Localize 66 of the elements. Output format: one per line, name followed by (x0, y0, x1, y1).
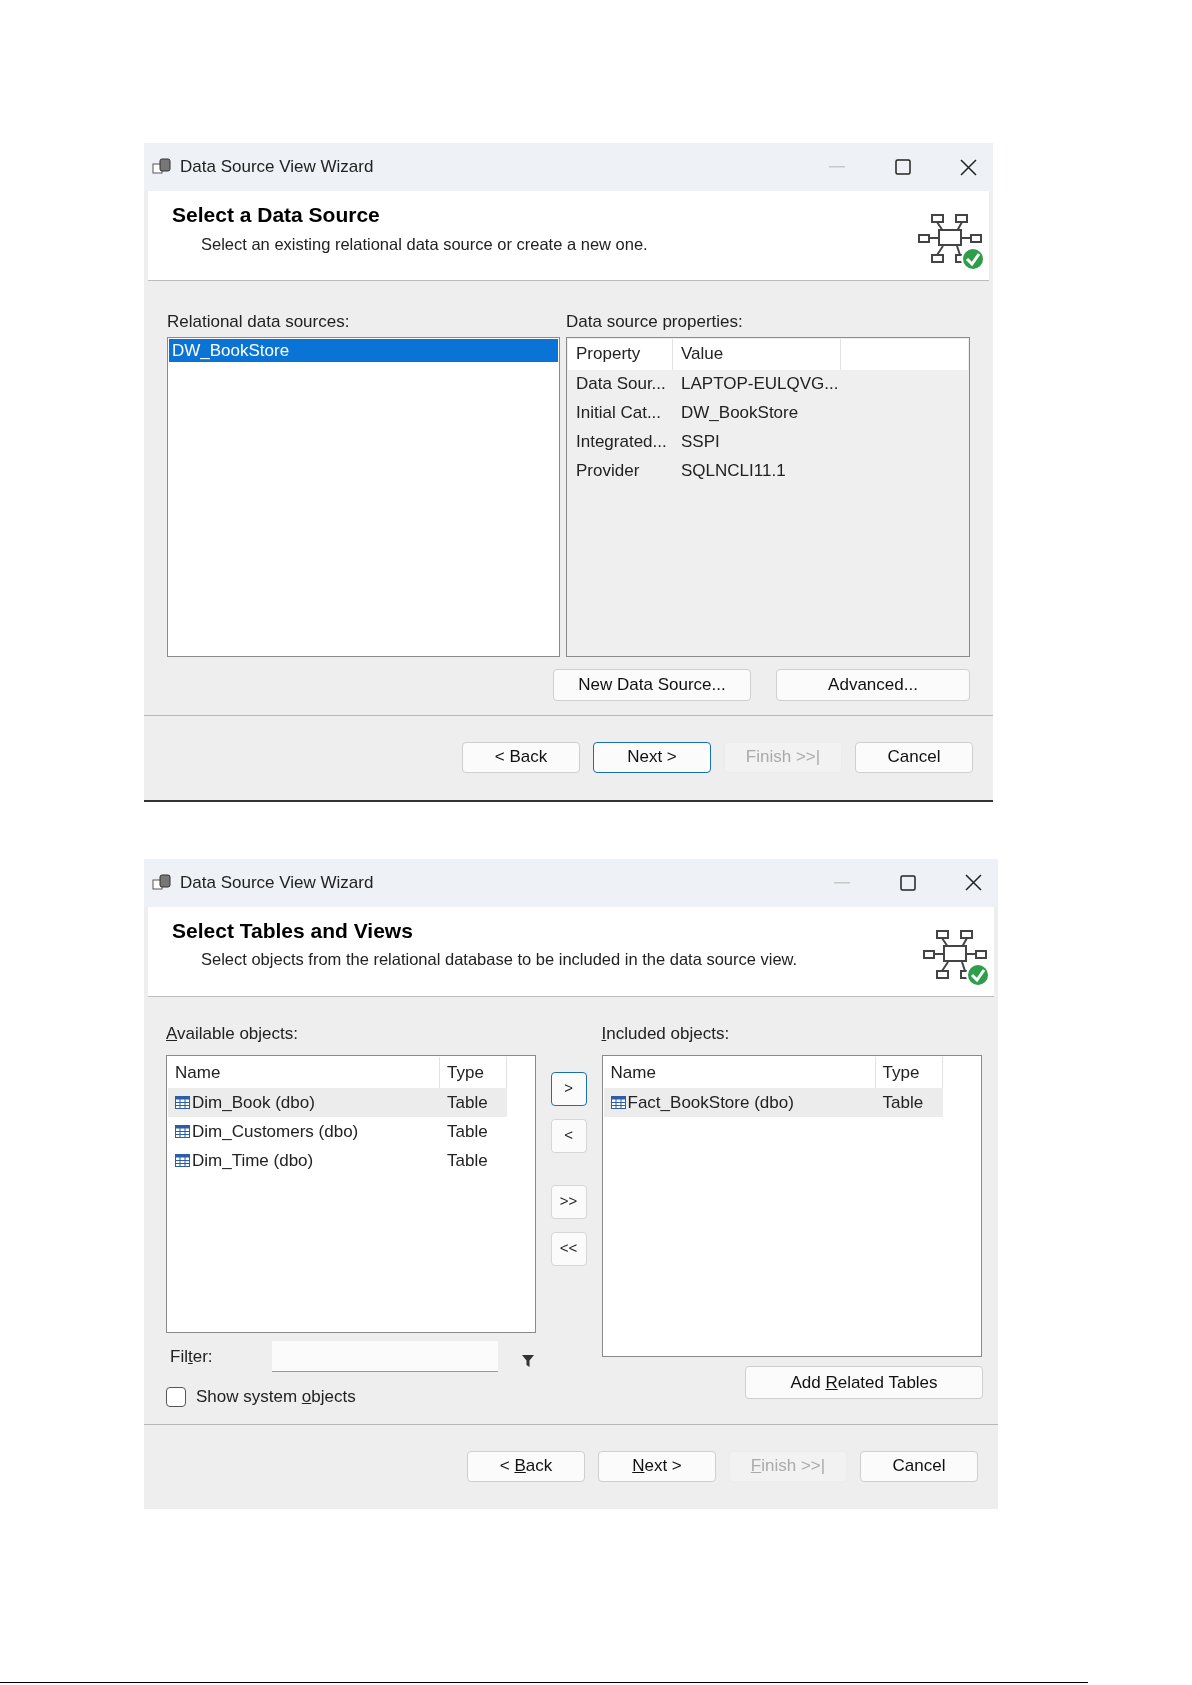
wizard-button[interactable]: < Back (467, 1450, 585, 1482)
checkbox[interactable] (166, 1386, 186, 1407)
table-cell-text: LAPTOP-EULQVG... (680, 373, 840, 396)
list-row[interactable]: Dim_Customers (dbo) Table (168, 1117, 507, 1146)
field-label: Available objects: (166, 1022, 299, 1045)
database-icon (152, 158, 172, 176)
table-icon (175, 1125, 190, 1138)
field-label: Filter: (169, 1345, 214, 1368)
table-type: Table (446, 1149, 489, 1172)
database-icon (152, 873, 172, 892)
table-cell-text: Provider (575, 460, 641, 483)
table-name: Dim_Customers (dbo) (192, 1120, 359, 1143)
table-cell-text: Initial Cat... (575, 402, 663, 425)
table-cell-text: SQLNCLI11.1 (680, 460, 787, 483)
table-type: Table (881, 1091, 925, 1114)
field-label: Data source properties: (566, 311, 744, 333)
side-button[interactable]: Advanced... (776, 668, 970, 701)
filter-field[interactable] (272, 1341, 498, 1372)
wizard-button[interactable]: Next > (593, 741, 711, 773)
move-button[interactable]: >> (550, 1184, 587, 1219)
objects-list[interactable]: Name Type Fact_BookStore (dbo) Table (601, 1055, 982, 1357)
column-header: Value (673, 338, 841, 370)
table-type: Table (446, 1120, 489, 1143)
network-check-icon (922, 928, 990, 987)
move-button[interactable]: < (550, 1118, 587, 1153)
table-name: Dim_Book (dbo) (192, 1091, 315, 1114)
page-subtitle: Select an existing relational data source or create a new one. (201, 233, 649, 255)
page-title: Select Tables and Views (172, 917, 414, 944)
table-name: Fact_BookStore (dbo) (627, 1091, 794, 1114)
field-label: Included objects: (601, 1022, 731, 1045)
list-item[interactable]: DW_BookStore (169, 338, 558, 362)
list-row[interactable]: Dim_Time (dbo) Table (168, 1146, 507, 1175)
table-type: Table (446, 1091, 489, 1114)
list-row[interactable]: Fact_BookStore (dbo) Table (603, 1088, 943, 1117)
wizard-button[interactable]: Cancel (860, 1450, 978, 1482)
maximize-icon[interactable] (895, 159, 911, 175)
move-button[interactable]: > (550, 1071, 587, 1106)
page-subtitle: Select objects from the relational database to be included in the data source view. (201, 949, 799, 970)
checkbox-label: Show system objects (196, 1386, 356, 1408)
list-row[interactable]: Dim_Book (dbo) Table (168, 1088, 507, 1117)
table-icon (175, 1096, 190, 1109)
table-icon (610, 1096, 626, 1109)
table-cell-text: SSPI (680, 431, 721, 454)
column-header: Property (568, 338, 673, 370)
close-icon[interactable] (960, 158, 977, 176)
filter-icon[interactable] (522, 1354, 534, 1367)
objects-list[interactable]: Name Type Dim_Book (dbo) Table Dim_Customers (dbo) Table Dim_Time (dbo) Table (166, 1055, 536, 1333)
table-cell-text: Data Sour... (575, 373, 667, 396)
field-label: Relational data sources: (167, 311, 351, 333)
add-related-tables-button[interactable]: Add Related Tables (745, 1366, 983, 1399)
wizard-button[interactable]: Cancel (855, 741, 973, 773)
table-name: Dim_Time (dbo) (192, 1149, 314, 1172)
table-cell-text: Integrated... (575, 431, 668, 454)
side-button[interactable]: New Data Source... (553, 668, 751, 701)
network-check-icon (917, 213, 985, 271)
table-icon (175, 1154, 190, 1167)
move-button[interactable]: << (550, 1231, 587, 1266)
wizard-button[interactable]: < Back (462, 741, 580, 773)
maximize-icon[interactable] (900, 874, 916, 891)
table-cell-text: DW_BookStore (680, 402, 800, 425)
wizard-button[interactable]: Next > (598, 1450, 716, 1482)
page-title: Select a Data Source (172, 202, 381, 228)
window-title: Data Source View Wizard (180, 156, 374, 179)
window-title: Data Source View Wizard (180, 871, 374, 894)
close-icon[interactable] (965, 874, 982, 891)
data-source-list[interactable]: DW_BookStore (167, 336, 560, 657)
